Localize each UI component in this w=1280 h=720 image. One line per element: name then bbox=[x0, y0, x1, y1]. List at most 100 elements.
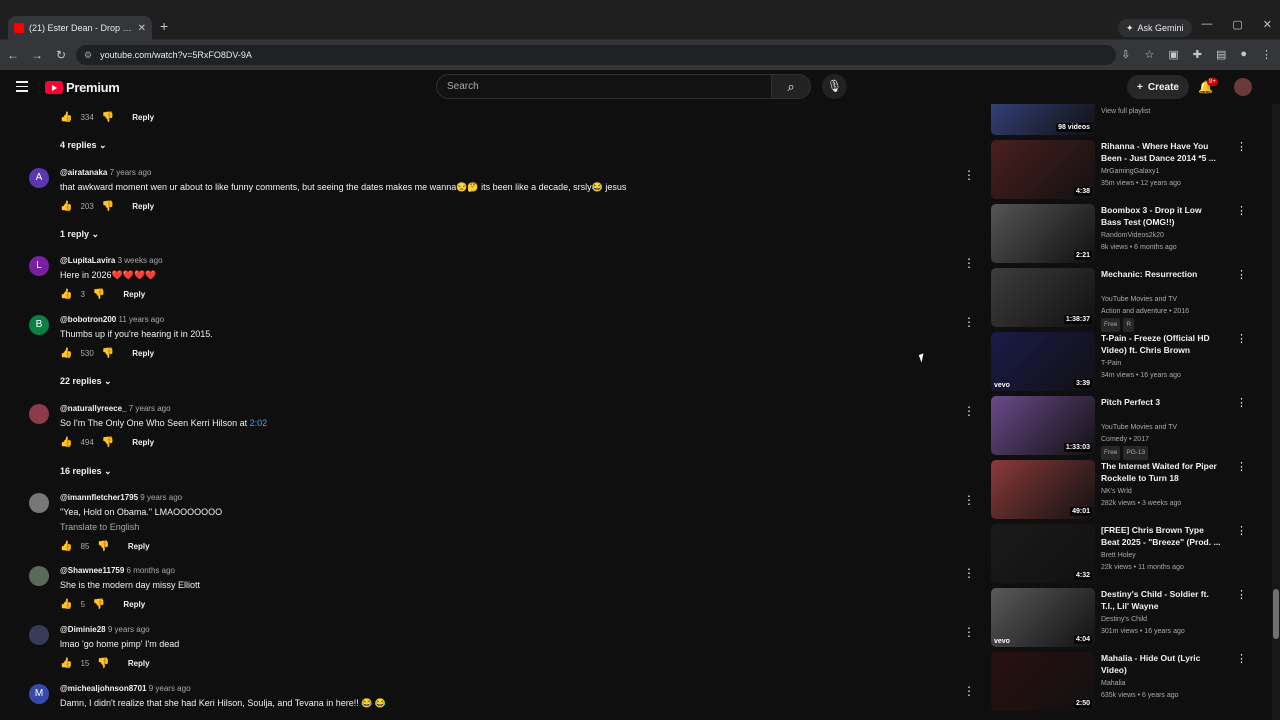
video-title[interactable]: Destiny's Child - Soldier ft. T.I., Lil'… bbox=[1101, 588, 1221, 612]
reply-button[interactable]: Reply bbox=[132, 438, 154, 447]
create-button[interactable]: + Create bbox=[1127, 75, 1189, 99]
channel-name[interactable]: NK's Wrld bbox=[1101, 486, 1132, 498]
comment-author[interactable]: @michealjohnson8701 bbox=[60, 684, 147, 693]
scrollbar[interactable] bbox=[1272, 104, 1280, 720]
forward-icon[interactable]: → bbox=[26, 48, 48, 62]
puzzle-icon[interactable]: ✚ bbox=[1193, 48, 1202, 61]
video-more-icon[interactable]: ⋮ bbox=[1236, 140, 1247, 153]
video-title[interactable]: Mahalia - Hide Out (Lyric Video) bbox=[1101, 652, 1221, 676]
comment-author[interactable]: @Shawnee11759 bbox=[60, 566, 124, 575]
video-thumbnail[interactable]: 2:21 bbox=[991, 204, 1095, 263]
reload-icon[interactable]: ↻ bbox=[50, 48, 72, 62]
video-thumbnail[interactable]: 98 videos bbox=[991, 104, 1095, 135]
video-thumbnail[interactable]: 2:50 bbox=[991, 652, 1095, 711]
menu-icon[interactable]: ⋮ bbox=[1261, 48, 1272, 61]
thumbs-up-icon[interactable]: 👍 bbox=[60, 348, 72, 359]
address-bar[interactable]: ⚙ youtube.com/watch?v=5RxFO8DV-9A bbox=[76, 45, 1116, 65]
thumbs-down-icon[interactable]: 👎 bbox=[102, 437, 114, 448]
reply-button[interactable]: Reply bbox=[123, 600, 145, 609]
avatar[interactable]: B bbox=[29, 315, 49, 335]
thumbs-up-icon[interactable]: 👍 bbox=[60, 437, 72, 448]
comment-time[interactable]: 3 weeks ago bbox=[115, 256, 163, 265]
comment-more-icon[interactable]: ⋮ bbox=[963, 256, 975, 270]
thumbs-up-icon[interactable]: 👍 bbox=[60, 658, 72, 669]
related-video[interactable]: 4:38 Rihanna - Where Have You Been - Just… bbox=[991, 140, 1270, 200]
channel-name[interactable]: MrGamingGalaxy1 bbox=[1101, 166, 1159, 178]
comment-author[interactable]: @imannfletcher1795 bbox=[60, 493, 138, 502]
video-title[interactable]: Rihanna - Where Have You Been - Just Dan… bbox=[1101, 140, 1221, 164]
thumbs-up-icon[interactable]: 👍 bbox=[60, 541, 72, 552]
channel-name[interactable]: Destiny's Child bbox=[1101, 614, 1147, 626]
thumbs-up-icon[interactable]: 👍 bbox=[60, 599, 72, 610]
reply-button[interactable]: Reply bbox=[128, 659, 150, 668]
site-info-icon[interactable]: ⚙ bbox=[84, 50, 92, 61]
search-input[interactable]: Search bbox=[436, 74, 772, 99]
channel-name[interactable]: RandomVideos2k20 bbox=[1101, 230, 1164, 242]
comment-more-icon[interactable]: ⋮ bbox=[963, 404, 975, 418]
video-title[interactable]: Mechanic: Resurrection bbox=[1101, 268, 1221, 280]
comment-time[interactable]: 9 years ago bbox=[147, 684, 191, 693]
replies-toggle[interactable]: 4 replies ⌄ bbox=[60, 140, 107, 151]
comment-more-icon[interactable]: ⋮ bbox=[963, 566, 975, 580]
back-icon[interactable]: ← bbox=[2, 48, 24, 62]
avatar[interactable] bbox=[29, 404, 49, 424]
comment-more-icon[interactable]: ⋮ bbox=[963, 684, 975, 698]
video-thumbnail[interactable]: 49:01 bbox=[991, 460, 1095, 519]
thumbs-down-icon[interactable]: 👎 bbox=[102, 112, 114, 123]
channel-name[interactable]: T-Pain bbox=[1101, 358, 1121, 370]
avatar[interactable] bbox=[29, 625, 49, 645]
thumbs-down-icon[interactable]: 👎 bbox=[97, 541, 109, 552]
video-title[interactable]: Boombox 3 - Drop it Low Bass Test (OMG!!… bbox=[1101, 204, 1221, 228]
account-avatar[interactable] bbox=[1234, 78, 1252, 96]
video-title[interactable]: The Internet Waited for Piper Rockelle t… bbox=[1101, 460, 1221, 484]
scrollbar-thumb[interactable] bbox=[1273, 589, 1279, 639]
comment-more-icon[interactable]: ⋮ bbox=[963, 168, 975, 182]
comment-more-icon[interactable]: ⋮ bbox=[963, 493, 975, 507]
related-video[interactable]: 1:38:37 Mechanic: Resurrection YouTube Mov… bbox=[991, 268, 1270, 332]
minimize-icon[interactable]: — bbox=[1201, 18, 1212, 31]
reply-button[interactable]: Reply bbox=[132, 349, 154, 358]
video-thumbnail[interactable]: 1:33:03 bbox=[991, 396, 1095, 455]
bookmark-star-icon[interactable]: ☆ bbox=[1144, 48, 1154, 61]
video-thumbnail[interactable]: 4:32 bbox=[991, 524, 1095, 583]
thumbs-down-icon[interactable]: 👎 bbox=[102, 201, 114, 212]
comment-time[interactable]: 11 years ago bbox=[116, 315, 164, 324]
avatar[interactable] bbox=[29, 493, 49, 513]
comment-time[interactable]: 7 years ago bbox=[127, 404, 171, 413]
comment-author[interactable]: @Diminie28 bbox=[60, 625, 106, 634]
replies-toggle[interactable]: 16 replies ⌄ bbox=[60, 466, 112, 477]
avatar[interactable]: A bbox=[29, 168, 49, 188]
replies-toggle[interactable]: 1 reply ⌄ bbox=[60, 229, 99, 240]
timestamp-link[interactable]: 2:02 bbox=[250, 418, 268, 428]
thumbs-up-icon[interactable]: 👍 bbox=[60, 112, 72, 123]
video-more-icon[interactable]: ⋮ bbox=[1236, 588, 1247, 601]
avatar[interactable] bbox=[29, 566, 49, 586]
ask-gemini-button[interactable]: ✦ Ask Gemini bbox=[1118, 19, 1192, 37]
comment-more-icon[interactable]: ⋮ bbox=[963, 315, 975, 329]
video-title[interactable]: Pitch Perfect 3 bbox=[1101, 396, 1221, 408]
related-video[interactable]: 4:32 [FREE] Chris Brown Type Beat 2025 - … bbox=[991, 524, 1270, 584]
thumbs-down-icon[interactable]: 👎 bbox=[93, 289, 105, 300]
thumbs-down-icon[interactable]: 👎 bbox=[102, 348, 114, 359]
search-button[interactable]: ⌕ bbox=[771, 74, 811, 99]
channel-name[interactable]: Brett Holey bbox=[1101, 550, 1136, 562]
profile-icon[interactable]: ● bbox=[1240, 48, 1247, 61]
reply-button[interactable]: Reply bbox=[128, 542, 150, 551]
video-title[interactable]: [FREE] Chris Brown Type Beat 2025 - "Bre… bbox=[1101, 524, 1221, 548]
sidepanel-icon[interactable]: ▤ bbox=[1216, 48, 1226, 61]
comment-author[interactable]: @LupitaLavira bbox=[60, 256, 115, 265]
replies-toggle[interactable]: 22 replies ⌄ bbox=[60, 376, 112, 387]
avatar[interactable]: M bbox=[29, 684, 49, 704]
video-thumbnail[interactable]: 4:38 bbox=[991, 140, 1095, 199]
channel-name[interactable]: YouTube Movies and TV bbox=[1101, 422, 1177, 434]
video-more-icon[interactable]: ⋮ bbox=[1236, 268, 1247, 281]
new-tab-button[interactable]: + bbox=[160, 18, 168, 34]
comment-time[interactable]: 6 months ago bbox=[124, 566, 175, 575]
comment-time[interactable]: 9 years ago bbox=[106, 625, 150, 634]
related-video[interactable]: vevo 4:04 Destiny's Child - Soldier ft. T.… bbox=[991, 588, 1270, 648]
avatar[interactable]: L bbox=[29, 256, 49, 276]
comment-author[interactable]: @naturallyreece_ bbox=[60, 404, 127, 413]
video-thumbnail[interactable]: vevo 4:04 bbox=[991, 588, 1095, 647]
related-video[interactable]: 49:01 The Internet Waited for Piper Rocke… bbox=[991, 460, 1270, 520]
video-thumbnail[interactable]: 1:38:37 bbox=[991, 268, 1095, 327]
